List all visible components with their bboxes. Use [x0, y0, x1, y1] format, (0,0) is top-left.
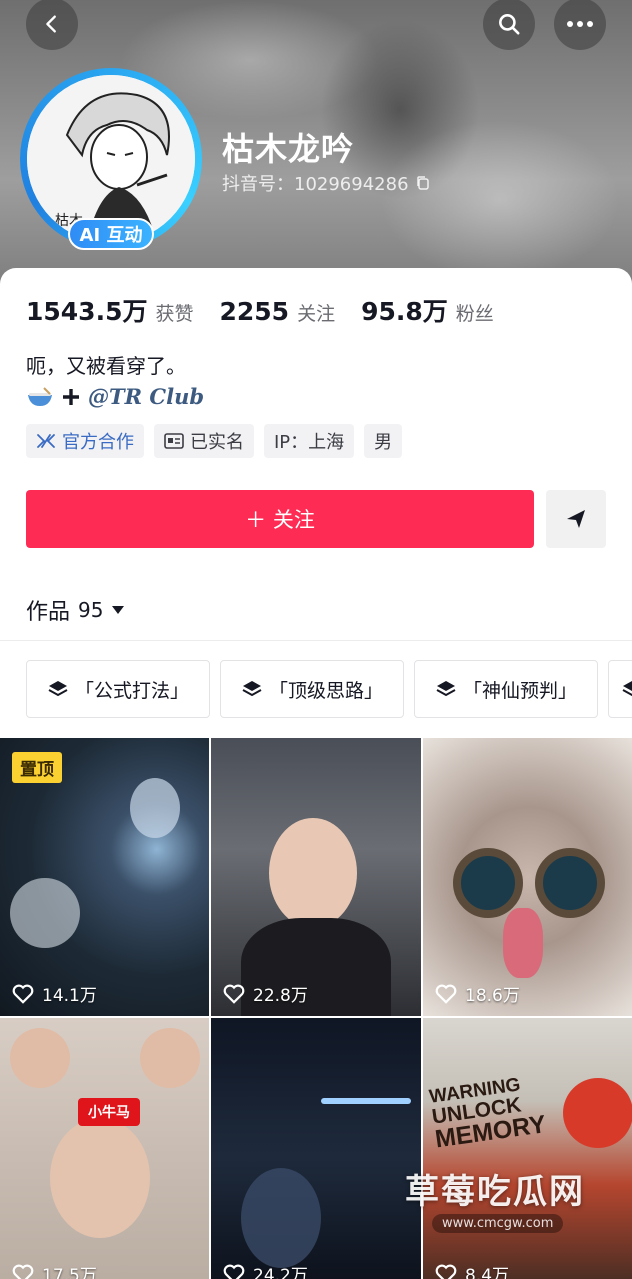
- back-button[interactable]: [26, 0, 78, 50]
- follow-label: ＋ 关注: [245, 508, 315, 532]
- heart-icon: [435, 1264, 457, 1279]
- sticker-text: 小牛马: [78, 1098, 140, 1126]
- follow-button[interactable]: ＋ 关注: [26, 490, 534, 548]
- collection-chip[interactable]: 「公式打法」: [26, 660, 211, 718]
- thumbnail-figure: [10, 878, 80, 948]
- layers-icon: [48, 681, 68, 697]
- heart-icon: [223, 1264, 245, 1279]
- collection-label: 「公式打法」: [75, 679, 190, 702]
- heart-icon: [12, 1264, 34, 1279]
- watermark-url: www.cmcgw.com: [432, 1214, 564, 1233]
- profile-stats: 1543.5万 获赞 2255 关注 95.8万 粉丝: [26, 292, 494, 328]
- thumbnail-figure: [10, 1028, 70, 1088]
- video-thumbnail[interactable]: 22.8万: [211, 738, 421, 1016]
- thumbnail-figure: [50, 1118, 150, 1238]
- collection-chip[interactable]: 「神仙预判」: [414, 660, 599, 718]
- collections-row[interactable]: 「公式打法」 「顶级思路」 「神仙预判」: [26, 660, 632, 718]
- tag-label: 官方合作: [62, 432, 134, 453]
- search-icon: [499, 14, 520, 35]
- share-button[interactable]: [546, 490, 606, 548]
- thumbnail-figure: [535, 848, 605, 918]
- tag-ip-location: IP：上海: [264, 424, 355, 458]
- ai-interaction-badge[interactable]: AI 互动: [68, 218, 154, 250]
- heart-icon: [435, 984, 457, 1004]
- caret-down-icon: [112, 606, 125, 614]
- tag-official-cooperation[interactable]: 官方合作: [26, 424, 144, 458]
- video-likes: 24.2万: [223, 1261, 308, 1279]
- tag-label: IP：上海: [274, 432, 345, 453]
- stat-likes[interactable]: 1543.5万 获赞: [26, 292, 194, 328]
- watermark-title: 草莓吃瓜网: [405, 1172, 585, 1212]
- profile-nickname: 枯木龙吟: [222, 130, 355, 168]
- bio-mention-line: @TR Club: [26, 384, 204, 409]
- profile-tags: 官方合作 已实名 IP：上海 男: [26, 424, 403, 458]
- heart-icon: [223, 984, 245, 1004]
- stat-label: 获赞: [155, 303, 194, 325]
- likes-count: 18.6万: [465, 986, 520, 1006]
- tag-gender: 男: [364, 424, 403, 458]
- tag-label: 已实名: [190, 432, 244, 453]
- handshake-icon: [37, 434, 55, 448]
- more-horizontal-icon: [567, 21, 593, 27]
- collection-label: 「顶级思路」: [269, 679, 384, 702]
- collection-label: 「神仙预判」: [463, 679, 578, 702]
- works-count: 95: [78, 598, 104, 622]
- stat-label: 粉丝: [455, 303, 494, 325]
- thumbnail-figure: [130, 778, 180, 838]
- thumbnail-figure: [241, 1168, 321, 1268]
- chevron-left-icon: [46, 15, 56, 33]
- video-thumbnail[interactable]: 18.6万: [423, 738, 632, 1016]
- mention-link[interactable]: @TR Club: [88, 384, 204, 409]
- video-likes: 17.5万: [12, 1261, 97, 1279]
- bowl-icon: [28, 386, 52, 406]
- layers-icon: [436, 681, 456, 697]
- divider: [0, 640, 632, 641]
- stat-value: 1543.5万: [26, 297, 148, 326]
- likes-count: 17.5万: [42, 1266, 97, 1279]
- heart-icon: [12, 984, 34, 1004]
- stat-following[interactable]: 2255 关注: [220, 297, 336, 326]
- bio-text: 呃，又被看穿了。: [26, 354, 186, 378]
- thumbnail-figure: [321, 1098, 411, 1104]
- douyin-id[interactable]: 抖音号：1029694286: [222, 170, 431, 196]
- likes-count: 8.4万: [465, 1266, 510, 1279]
- collection-chip[interactable]: 「顶级思路」: [220, 660, 405, 718]
- video-likes: 22.8万: [223, 981, 308, 1006]
- video-likes: 18.6万: [435, 981, 520, 1006]
- stat-followers[interactable]: 95.8万 粉丝: [361, 292, 494, 328]
- more-button[interactable]: [554, 0, 606, 50]
- likes-count: 14.1万: [42, 986, 97, 1006]
- thumbnail-figure: [140, 1028, 200, 1088]
- layers-icon: [622, 681, 632, 697]
- tag-label: 男: [374, 432, 393, 453]
- thumbnail-figure: [563, 1078, 632, 1148]
- stat-value: 2255: [219, 297, 290, 326]
- video-likes: 8.4万: [435, 1261, 509, 1279]
- thumbnail-figure: [503, 908, 543, 978]
- layers-icon: [242, 681, 262, 697]
- video-thumbnail[interactable]: 置顶 14.1万: [0, 738, 209, 1016]
- pinned-badge: 置顶: [12, 752, 62, 783]
- stat-label: 关注: [297, 303, 336, 325]
- banner-texture: [380, 120, 620, 280]
- douyin-id-text: 抖音号：1029694286: [222, 174, 409, 195]
- video-thumbnail[interactable]: 24.2万: [211, 1018, 421, 1279]
- thumbnail-figure: [269, 818, 357, 928]
- copy-icon[interactable]: [415, 175, 431, 191]
- stat-value: 95.8万: [361, 297, 448, 326]
- works-label: 作品: [26, 600, 71, 625]
- thumbnail-figure: [453, 848, 523, 918]
- collection-chip[interactable]: [608, 660, 632, 718]
- likes-count: 22.8万: [253, 986, 308, 1006]
- search-button[interactable]: [483, 0, 535, 50]
- send-icon: [567, 510, 585, 528]
- video-thumbnail[interactable]: 17.5万: [0, 1018, 209, 1279]
- likes-count: 24.2万: [253, 1266, 308, 1279]
- plus-icon: [63, 388, 79, 405]
- tag-verified[interactable]: 已实名: [154, 424, 254, 458]
- works-tab[interactable]: 作品 95: [26, 594, 125, 626]
- video-likes: 14.1万: [12, 981, 97, 1006]
- id-card-icon: [164, 433, 184, 449]
